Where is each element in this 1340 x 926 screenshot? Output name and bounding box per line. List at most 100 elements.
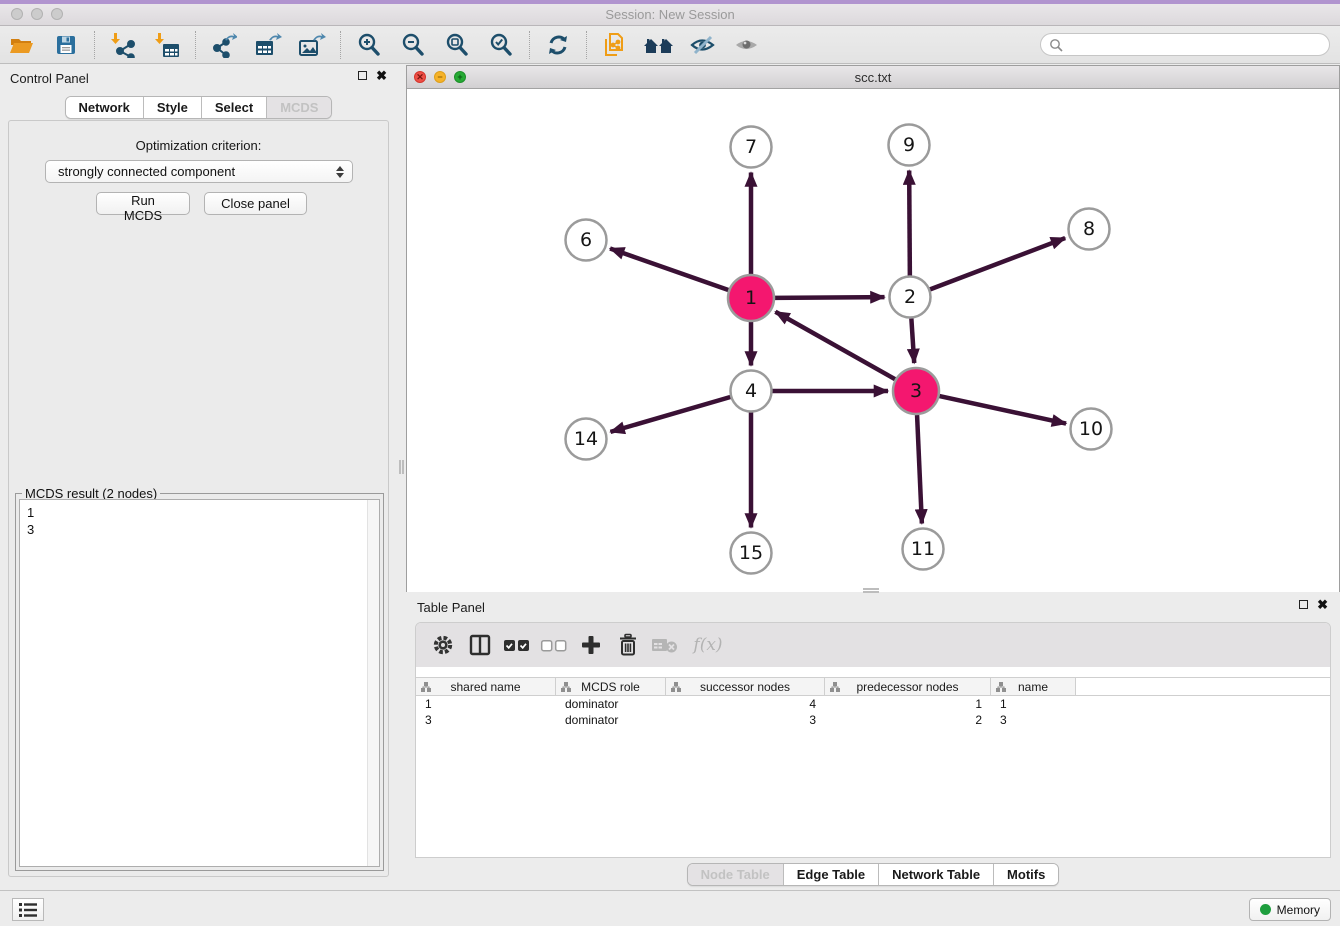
result-scrollbar[interactable] — [367, 500, 379, 866]
table-row[interactable]: 3dominator323 — [416, 712, 1330, 728]
memory-button[interactable]: Memory — [1249, 898, 1331, 921]
table-cell[interactable]: 4 — [666, 696, 825, 712]
toolbar-separator — [195, 31, 196, 59]
control-panel-tabs: NetworkStyleSelectMCDS — [0, 96, 397, 119]
tab-edge-table[interactable]: Edge Table — [784, 864, 879, 885]
result-line: 1 — [27, 504, 372, 521]
table-cell[interactable]: 1 — [991, 696, 1076, 712]
graph-edge-3-10[interactable] — [939, 396, 1066, 423]
criterion-dropdown[interactable]: strongly connected component — [45, 160, 353, 183]
table-cell[interactable]: 3 — [666, 712, 825, 728]
network-window-titlebar[interactable]: ✕ − + scc.txt — [407, 66, 1339, 89]
graph-node-label: 11 — [911, 538, 935, 560]
node-table[interactable]: shared nameMCDS rolesuccessor nodesprede… — [416, 677, 1330, 857]
graph-node-label: 9 — [903, 134, 915, 156]
list-icon — [18, 902, 38, 918]
show-all-icon[interactable] — [730, 30, 764, 60]
optimization-criterion-label: Optimization criterion: — [9, 138, 388, 153]
column-header-successor-nodes[interactable]: successor nodes — [666, 678, 825, 695]
status-bar: Memory — [0, 890, 1340, 926]
tab-network-table[interactable]: Network Table — [879, 864, 994, 885]
network-window-title: scc.txt — [407, 70, 1339, 85]
table-panel-tabs: Node TableEdge TableNetwork TableMotifs — [406, 863, 1340, 886]
close-panel-button[interactable]: Close panel — [204, 192, 307, 215]
table-cell[interactable]: dominator — [556, 712, 666, 728]
criterion-value: strongly connected component — [58, 164, 235, 179]
tab-motifs[interactable]: Motifs — [994, 864, 1058, 885]
table-cell[interactable]: 3 — [991, 712, 1076, 728]
delete-row-icon[interactable] — [613, 630, 643, 660]
mcds-result-box[interactable]: 13 — [19, 499, 380, 867]
import-table-icon[interactable] — [150, 30, 184, 60]
network-view-window: ✕ − + scc.txt 7968124314101511 — [406, 65, 1340, 592]
graph-edge-2-3[interactable] — [911, 318, 914, 363]
table-toolbar: f(x) — [416, 623, 1330, 667]
graph-node-label: 14 — [574, 428, 598, 450]
save-session-icon[interactable] — [49, 30, 83, 60]
tab-node-table[interactable]: Node Table — [688, 864, 784, 885]
table-panel-close-icon[interactable]: ✖ — [1317, 600, 1328, 609]
graph-node-label: 7 — [745, 136, 757, 158]
control-panel-close-icon[interactable]: ✖ — [376, 71, 387, 80]
column-header-shared-name[interactable]: shared name — [416, 678, 556, 695]
graph-edge-2-9[interactable] — [909, 170, 910, 275]
zoom-in-icon[interactable] — [352, 30, 386, 60]
search-box[interactable] — [1040, 33, 1330, 56]
graph-node-label: 4 — [745, 380, 757, 402]
table-cell[interactable]: 1 — [825, 696, 991, 712]
export-table-icon[interactable] — [251, 30, 285, 60]
result-line: 3 — [27, 521, 372, 538]
table-settings-icon[interactable] — [428, 630, 458, 660]
graph-node-label: 6 — [580, 229, 592, 251]
memory-label: Memory — [1277, 903, 1320, 917]
export-image-icon[interactable] — [295, 30, 329, 60]
horizontal-splitter-grip[interactable] — [863, 588, 879, 593]
tab-network[interactable]: Network — [66, 97, 144, 118]
graph-edge-2-8[interactable] — [930, 238, 1065, 289]
tab-select[interactable]: Select — [202, 97, 267, 118]
open-session-icon[interactable] — [5, 30, 39, 60]
graph-node-label: 8 — [1083, 218, 1095, 240]
table-panel-float-icon[interactable] — [1299, 600, 1308, 609]
deselect-all-checkboxes-icon[interactable] — [539, 630, 569, 660]
graph-edge-3-1[interactable] — [775, 312, 895, 379]
show-columns-icon[interactable] — [465, 630, 495, 660]
refresh-network-icon[interactable] — [541, 30, 575, 60]
first-neighbors-icon[interactable] — [642, 30, 676, 60]
graph-node-label: 1 — [745, 287, 757, 309]
column-header-predecessor-nodes[interactable]: predecessor nodes — [825, 678, 991, 695]
run-mcds-button[interactable]: Run MCDS — [96, 192, 190, 215]
zoom-selected-icon[interactable] — [484, 30, 518, 60]
tab-style[interactable]: Style — [144, 97, 202, 118]
table-cell[interactable]: 3 — [416, 712, 556, 728]
table-cell[interactable]: dominator — [556, 696, 666, 712]
table-row[interactable]: 1dominator411 — [416, 696, 1330, 712]
search-icon — [1049, 38, 1063, 52]
import-network-icon[interactable] — [106, 30, 140, 60]
graph-edge-1-6[interactable] — [610, 248, 728, 290]
main-toolbar — [0, 26, 1340, 64]
column-header-MCDS-role[interactable]: MCDS role — [556, 678, 666, 695]
export-network-icon[interactable] — [207, 30, 241, 60]
table-cell[interactable]: 1 — [416, 696, 556, 712]
select-all-checkboxes-icon[interactable] — [502, 630, 532, 660]
tab-mcds[interactable]: MCDS — [267, 97, 331, 118]
add-row-icon[interactable] — [576, 630, 606, 660]
column-header-name[interactable]: name — [991, 678, 1076, 695]
toolbar-separator — [340, 31, 341, 59]
graph-edge-1-2[interactable] — [775, 297, 885, 298]
vertical-splitter-grip[interactable] — [399, 460, 404, 474]
node-table-header: shared nameMCDS rolesuccessor nodesprede… — [416, 677, 1330, 696]
graph-edge-4-14[interactable] — [610, 397, 730, 432]
graph-edge-3-11[interactable] — [917, 415, 922, 524]
search-input[interactable] — [1068, 38, 1318, 52]
zoom-out-icon[interactable] — [396, 30, 430, 60]
zoom-fit-icon[interactable] — [440, 30, 474, 60]
network-canvas[interactable]: 7968124314101511 — [407, 89, 1339, 592]
task-history-button[interactable] — [12, 898, 44, 921]
control-panel-float-icon[interactable] — [358, 71, 367, 80]
dropdown-stepper-icon — [336, 166, 344, 178]
new-network-from-selection-icon[interactable] — [598, 30, 632, 60]
hide-selected-icon[interactable] — [686, 30, 720, 60]
table-cell[interactable]: 2 — [825, 712, 991, 728]
